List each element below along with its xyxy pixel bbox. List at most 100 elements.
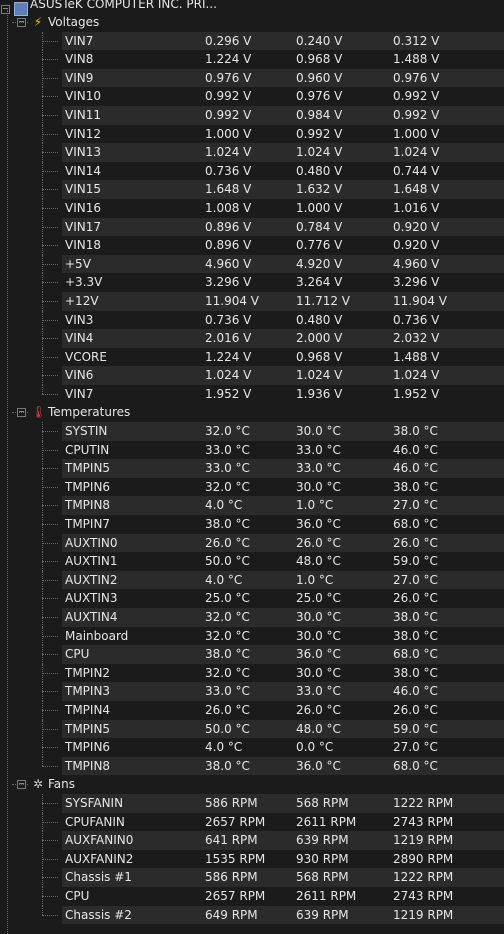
sensor-max: 2743 RPM: [393, 888, 454, 903]
sensor-row[interactable]: VIN9 0.976 V 0.960 V 0.976 V: [0, 68, 504, 88]
sensor-row[interactable]: VIN13 1.024 V 1.024 V 1.024 V: [0, 143, 504, 162]
sensor-row[interactable]: VIN7 1.952 V 1.936 V 1.952 V: [0, 384, 504, 404]
sensor-row-cells: VIN7 1.952 V 1.936 V 1.952 V: [62, 385, 504, 404]
sensor-min: 0.480 V: [296, 312, 343, 327]
sensor-row[interactable]: TMPIN7 38.0 °C 36.0 °C 68.0 °C: [0, 515, 504, 534]
sensor-row[interactable]: TMPIN3 33.0 °C 33.0 °C 46.0 °C: [0, 682, 504, 701]
sensor-row[interactable]: AUXTIN1 50.0 °C 48.0 °C 59.0 °C: [0, 552, 504, 571]
sensor-row-cells: VIN17 0.896 V 0.784 V 0.920 V: [62, 217, 504, 237]
sensor-row[interactable]: VIN17 0.896 V 0.784 V 0.920 V: [0, 217, 504, 237]
sensor-name: CPU: [65, 888, 90, 903]
group-node-fans[interactable]: − ✲ Fans: [0, 775, 504, 794]
sensor-row[interactable]: CPUFANIN 2657 RPM 2611 RPM 2743 RPM: [0, 812, 504, 832]
sensor-name: VIN11: [65, 107, 101, 122]
sensor-row-cells: VIN15 1.648 V 1.632 V 1.648 V: [62, 180, 504, 199]
sensor-row[interactable]: AUXTIN4 32.0 °C 30.0 °C 38.0 °C: [0, 608, 504, 627]
sensor-max: 0.976 V: [393, 70, 440, 85]
sensor-value: 33.0 °C: [205, 684, 250, 699]
sensor-row[interactable]: VIN15 1.648 V 1.632 V 1.648 V: [0, 180, 504, 199]
sensor-row[interactable]: VCORE 1.224 V 0.968 V 1.488 V: [0, 347, 504, 367]
sensor-row[interactable]: VIN11 0.992 V 0.984 V 0.992 V: [0, 105, 504, 125]
sensor-row[interactable]: TMPIN8 4.0 °C 1.0 °C 27.0 °C: [0, 496, 504, 516]
sensor-min: 2611 RPM: [296, 814, 357, 829]
sensor-row[interactable]: Chassis #1 586 RPM 568 RPM 1222 RPM: [0, 868, 504, 887]
sensor-row[interactable]: TMPIN5 50.0 °C 48.0 °C 59.0 °C: [0, 719, 504, 739]
sensor-row[interactable]: VIN6 1.024 V 1.024 V 1.024 V: [0, 366, 504, 385]
sensor-row[interactable]: AUXFANIN0 641 RPM 639 RPM 1219 RPM: [0, 831, 504, 850]
tree-connector: [42, 300, 58, 302]
sensor-row-cells: VIN3 0.736 V 0.480 V 0.736 V: [62, 311, 504, 330]
sensor-min: 25.0 °C: [296, 591, 341, 606]
tree-connector: [42, 598, 58, 600]
group-node-voltages[interactable]: − ⚡ Voltages: [0, 13, 504, 32]
sensor-max: 0.736 V: [393, 312, 440, 327]
sensor-row[interactable]: AUXTIN3 25.0 °C 25.0 °C 26.0 °C: [0, 589, 504, 608]
sensor-row[interactable]: VIN10 0.992 V 0.976 V 0.992 V: [0, 87, 504, 106]
sensor-row[interactable]: +12V 11.904 V 11.712 V 11.904 V: [0, 291, 504, 311]
sensor-min: 0.968 V: [296, 349, 343, 364]
tree-connector: [42, 375, 58, 377]
sensor-max: 26.0 °C: [393, 702, 438, 717]
sensor-row[interactable]: CPU 38.0 °C 36.0 °C 68.0 °C: [0, 645, 504, 664]
sensor-min: 30.0 °C: [296, 424, 341, 439]
sensor-row[interactable]: VIN8 1.224 V 0.968 V 1.488 V: [0, 50, 504, 69]
sensor-value: 32.0 °C: [205, 424, 250, 439]
collapse-toggle-icon[interactable]: −: [17, 408, 26, 418]
sensor-row[interactable]: TMPIN5 33.0 °C 33.0 °C 46.0 °C: [0, 459, 504, 478]
sensor-name: AUXTIN4: [65, 610, 118, 624]
sensor-row[interactable]: VIN4 2.016 V 2.000 V 2.032 V: [0, 329, 504, 348]
sensor-max: 1219 RPM: [393, 907, 454, 922]
root-label: ASUSTeK COMPUTER INC. PRI...: [30, 0, 217, 11]
sensor-row[interactable]: +3.3V 3.296 V 3.264 V 3.296 V: [0, 273, 504, 292]
sensor-row[interactable]: TMPIN4 26.0 °C 26.0 °C 26.0 °C: [0, 700, 504, 720]
sensor-row[interactable]: TMPIN8 38.0 °C 36.0 °C 68.0 °C: [0, 756, 504, 776]
sensor-row[interactable]: VIN14 0.736 V 0.480 V 0.744 V: [0, 161, 504, 181]
sensor-value: 649 RPM: [205, 907, 258, 922]
sensor-row[interactable]: VIN3 0.736 V 0.480 V 0.736 V: [0, 310, 504, 330]
sensor-value: 11.904 V: [205, 293, 260, 308]
sensor-row[interactable]: AUXTIN2 4.0 °C 1.0 °C 27.0 °C: [0, 570, 504, 590]
sensor-row[interactable]: CPU 2657 RPM 2611 RPM 2743 RPM: [0, 886, 504, 906]
sensor-row[interactable]: VIN12 1.000 V 0.992 V 1.000 V: [0, 124, 504, 144]
sensor-row[interactable]: VIN18 0.896 V 0.776 V 0.920 V: [0, 236, 504, 255]
sensor-max: 1.000 V: [393, 126, 440, 141]
sensor-row-cells: CPU 2657 RPM 2611 RPM 2743 RPM: [62, 887, 504, 906]
sensor-row[interactable]: CPUTIN 33.0 °C 33.0 °C 46.0 °C: [0, 440, 504, 460]
sensor-value: 4.0 °C: [205, 572, 243, 587]
sensor-min: 639 RPM: [296, 907, 349, 922]
sensor-max: 1.024 V: [393, 368, 440, 383]
sensor-groups: − ⚡ Voltages VIN7 0.296 V 0.240 V 0.312 V VIN8 1…: [0, 13, 504, 925]
sensor-row[interactable]: +5V 4.960 V 4.920 V 4.960 V: [0, 254, 504, 274]
tree-connector: [42, 672, 58, 674]
sensor-row-cells: VCORE 1.224 V 0.968 V 1.488 V: [62, 348, 504, 367]
sensor-row[interactable]: SYSTIN 32.0 °C 30.0 °C 38.0 °C: [0, 422, 504, 441]
sensor-row-cells: AUXTIN1 50.0 °C 48.0 °C 59.0 °C: [62, 552, 504, 571]
collapse-toggle-icon[interactable]: −: [17, 18, 26, 27]
sensor-row[interactable]: TMPIN6 32.0 °C 30.0 °C 38.0 °C: [0, 477, 504, 497]
tree-root-node[interactable]: − ASUSTeK COMPUTER INC. PRI...: [0, 0, 504, 16]
sensor-name: VIN6: [65, 368, 94, 383]
sensor-max: 0.992 V: [393, 107, 440, 122]
fan-icon: ✲: [32, 777, 44, 792]
sensor-row[interactable]: AUXFANIN2 1535 RPM 930 RPM 2890 RPM: [0, 849, 504, 869]
sensor-row[interactable]: Mainboard 32.0 °C 30.0 °C 38.0 °C: [0, 626, 504, 646]
sensor-row[interactable]: VIN16 1.008 V 1.000 V 1.016 V: [0, 198, 504, 218]
sensor-max: 1.016 V: [393, 200, 440, 215]
sensor-max: 0.992 V: [393, 89, 440, 104]
sensor-row[interactable]: TMPIN6 4.0 °C 0.0 °C 27.0 °C: [0, 738, 504, 757]
sensor-row[interactable]: AUXTIN0 26.0 °C 26.0 °C 26.0 °C: [0, 533, 504, 553]
sensor-value: 38.0 °C: [205, 758, 250, 773]
group-label: Fans: [48, 777, 76, 792]
sensor-value: 4.0 °C: [205, 740, 243, 755]
sensor-row[interactable]: VIN7 0.296 V 0.240 V 0.312 V: [0, 31, 504, 51]
group-node-temperatures[interactable]: − 🌡 Temperatures: [0, 403, 504, 422]
collapse-toggle-icon[interactable]: −: [17, 780, 26, 790]
sensor-row[interactable]: TMPIN2 32.0 °C 30.0 °C 38.0 °C: [0, 663, 504, 683]
sensor-row-cells: TMPIN3 33.0 °C 33.0 °C 46.0 °C: [62, 682, 504, 701]
sensor-min: 0.0 °C: [296, 740, 334, 755]
tree-connector: [42, 431, 58, 433]
sensor-row[interactable]: Chassis #2 649 RPM 639 RPM 1219 RPM: [0, 905, 504, 925]
tree-connector: [42, 468, 58, 470]
sensor-row[interactable]: SYSFANIN 586 RPM 568 RPM 1222 RPM: [0, 793, 504, 813]
sensor-value: 0.976 V: [205, 70, 252, 85]
